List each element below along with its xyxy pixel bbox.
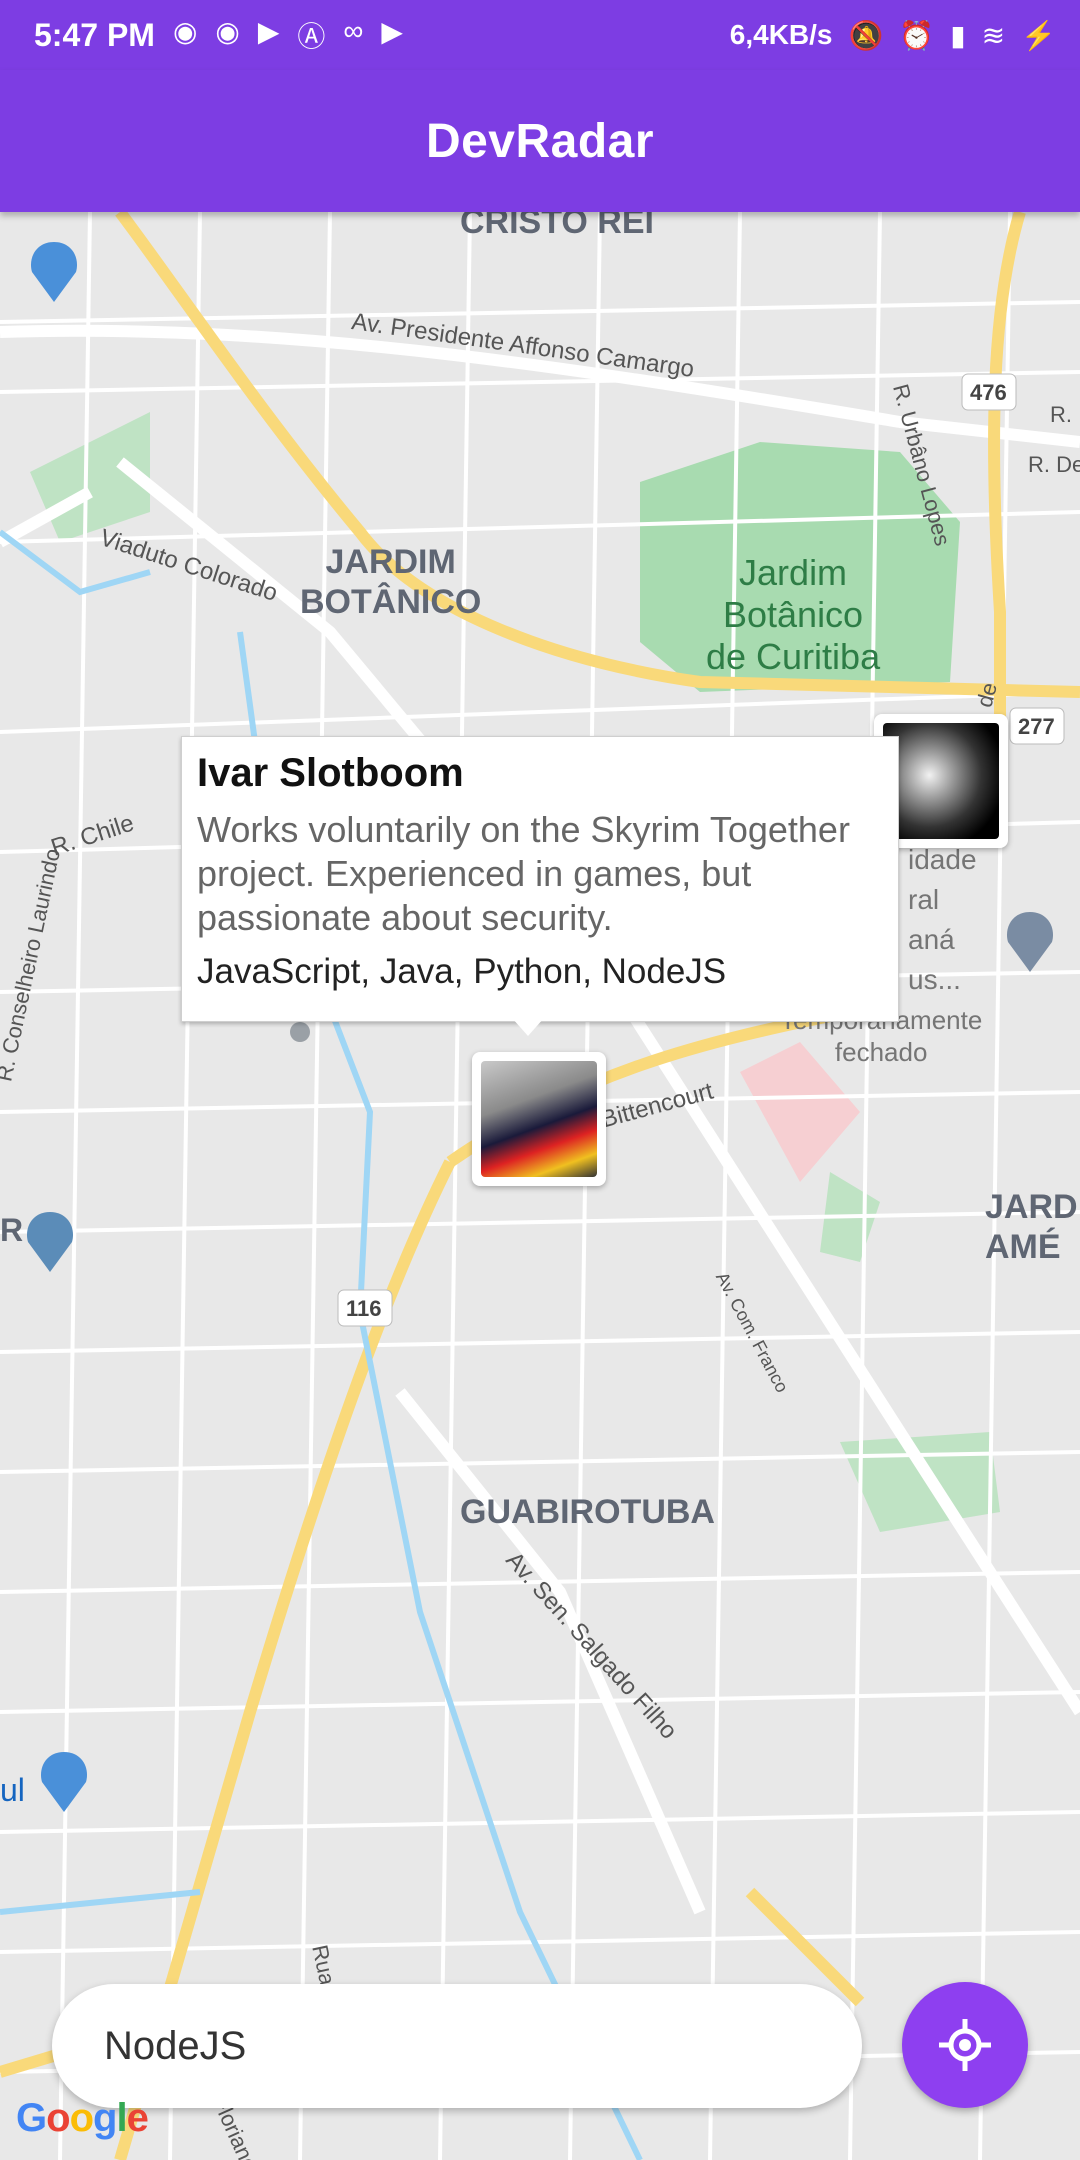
wifi-icon: ≋ <box>981 19 1006 51</box>
app-title: DevRadar <box>425 114 655 168</box>
callout-arrow <box>512 1018 544 1036</box>
locate-button[interactable] <box>902 1982 1028 2108</box>
youtube-icon: ▶ <box>257 16 280 47</box>
dev-bio: Works voluntarily on the Skyrim Together… <box>197 809 850 938</box>
status-bar: 5:47 PM ◉ ◉ ▶ Ⓐ ∞ ▶ 6,4KB/s 🔕 ⏰ ▮ ≋ ⚡ <box>0 0 1080 70</box>
shield-116: 116 <box>346 1296 382 1321</box>
dev-avatar <box>883 723 999 839</box>
park-label: Jardim Botânico de Curitiba <box>706 552 881 677</box>
poi-university-label: idade ral aná us... <box>908 844 977 995</box>
voicemail-icon: ∞ <box>343 15 364 46</box>
district-label: JARD AMÉ <box>985 1188 1078 1266</box>
dev-techs: JavaScript, Java, Python, NodeJS <box>197 952 727 991</box>
status-time: 5:47 PM <box>34 16 155 53</box>
bell-off-icon: 🔕 <box>848 19 884 51</box>
charging-icon: ⚡ <box>1021 19 1056 51</box>
signal-icon: ▮ <box>950 19 966 51</box>
map-view[interactable]: 476 277 116 CRISTO REI JARDIM BOTÂNICO G… <box>0 212 1080 2160</box>
district-label: JARDIM BOTÂNICO <box>300 543 482 621</box>
district-label: CRISTO REI <box>460 212 654 241</box>
shield-476: 476 <box>970 380 1007 405</box>
youtube-icon: ▶ <box>381 16 403 47</box>
street-label: R. <box>1050 402 1072 427</box>
dev-avatar <box>481 1061 597 1177</box>
tech-search-input[interactable] <box>102 2022 786 2070</box>
alarm-icon: ⏰ <box>899 19 935 51</box>
street-label: R. Del <box>1028 452 1080 477</box>
crosshair-icon <box>939 2019 991 2071</box>
dev-marker[interactable] <box>472 1052 606 1186</box>
discord-icon: ◉ <box>172 16 198 47</box>
discord-icon: ◉ <box>215 16 240 47</box>
network-speed: 6,4KB/s <box>729 19 833 50</box>
search-bar <box>52 1984 862 2108</box>
map-edge-label: ul <box>0 1772 25 1808</box>
shield-277: 277 <box>1018 714 1055 739</box>
google-logo: Google <box>16 2096 149 2140</box>
dev-callout[interactable]: Ivar Slotboom Works voluntarily on the S… <box>181 736 899 1022</box>
app-bar: DevRadar <box>0 70 1080 212</box>
dev-name: Ivar Slotboom <box>197 751 464 795</box>
map-edge-label: R <box>0 1212 24 1248</box>
district-label: GUABIROTUBA <box>460 1493 715 1531</box>
arc-icon: Ⓐ <box>297 21 326 52</box>
